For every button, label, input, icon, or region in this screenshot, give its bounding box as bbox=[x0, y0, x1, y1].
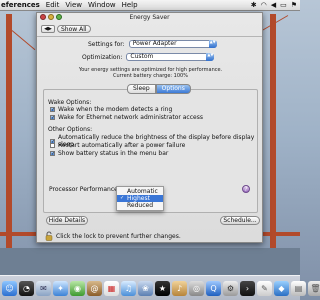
imovie-icon[interactable]: ★ bbox=[155, 280, 170, 296]
sea bbox=[0, 248, 300, 275]
menu-status-area: ✱ ◠ ◀ ▭ ⚑ bbox=[251, 1, 300, 9]
garageband-icon[interactable]: ♪ bbox=[172, 280, 187, 296]
tab-bar: Sleep Options bbox=[127, 84, 191, 94]
menu-app-name[interactable]: eferences bbox=[1, 1, 40, 9]
restart-checkbox[interactable]: Restart automatically after a power fail… bbox=[50, 142, 185, 149]
tab-options[interactable]: Options bbox=[155, 84, 191, 94]
schedule-button[interactable]: Schedule... bbox=[220, 216, 260, 225]
chevron-updown-icon: ▲▼ bbox=[206, 53, 215, 61]
wake-ethernet-label: Wake for Ethernet network administrator … bbox=[58, 114, 203, 121]
trash-icon[interactable]: 🗑 bbox=[308, 280, 320, 296]
menu-option-automatic[interactable]: Automatic bbox=[117, 188, 163, 195]
toolbar-nav: ◀▶ Show All bbox=[41, 24, 91, 33]
idvd-icon[interactable]: ◎ bbox=[189, 280, 204, 296]
energy-info-line2: Current battery charge: 100% bbox=[113, 73, 188, 79]
show-all-button[interactable]: Show All bbox=[57, 24, 91, 33]
window-titlebar: Energy Saver bbox=[37, 13, 262, 22]
zoom-button[interactable] bbox=[56, 14, 62, 20]
app-icon-2[interactable]: ▤ bbox=[291, 280, 306, 296]
address-book-icon[interactable]: @ bbox=[87, 280, 102, 296]
terminal-icon[interactable]: › bbox=[240, 280, 255, 296]
dashboard-icon[interactable]: ◔ bbox=[19, 280, 34, 296]
checkbox-checked-icon: ✓ bbox=[50, 107, 56, 113]
checkbox-unchecked-icon bbox=[50, 143, 55, 148]
checkbox-checked-icon: ✓ bbox=[50, 151, 56, 157]
bridge-tower-right bbox=[270, 14, 276, 248]
ichat-icon[interactable]: ◉ bbox=[70, 280, 85, 296]
mail-icon[interactable]: ✉ bbox=[36, 280, 51, 296]
back-forward-button[interactable]: ◀▶ bbox=[41, 24, 55, 33]
menu-option-reduced[interactable]: Reduced bbox=[117, 202, 163, 209]
flag-icon[interactable]: ⚑ bbox=[291, 1, 297, 9]
close-button[interactable] bbox=[40, 14, 46, 20]
wake-ethernet-checkbox[interactable]: ✓ Wake for Ethernet network administrato… bbox=[50, 114, 203, 121]
processor-performance-menu: Automatic Highest Reduced bbox=[116, 186, 164, 211]
bluetooth-icon[interactable]: ✱ bbox=[251, 1, 257, 9]
menu-edit[interactable]: Edit bbox=[46, 1, 60, 9]
textedit-icon[interactable]: ✎ bbox=[257, 280, 272, 296]
system-preferences-icon[interactable]: ⚙ bbox=[223, 280, 238, 296]
wake-modem-checkbox[interactable]: ✓ Wake when the modem detects a ring bbox=[50, 106, 172, 113]
settings-for-popup[interactable]: Power Adapter ▲▼ bbox=[128, 40, 217, 48]
quicktime-icon[interactable]: Q bbox=[206, 280, 221, 296]
lock-icon[interactable] bbox=[45, 231, 53, 241]
settings-for-row: Settings for: Power Adapter ▲▼ bbox=[88, 40, 217, 48]
volume-icon[interactable]: ◀ bbox=[271, 1, 276, 9]
app-icon[interactable]: ◆ bbox=[274, 280, 289, 296]
settings-for-value: Power Adapter bbox=[132, 40, 177, 47]
itunes-icon[interactable]: ♫ bbox=[121, 280, 136, 296]
menu-view[interactable]: View bbox=[65, 1, 82, 9]
bridge-cable bbox=[11, 30, 36, 51]
bridge-tower-left bbox=[6, 14, 12, 248]
window-toolbar: ◀▶ Show All bbox=[37, 22, 262, 37]
window-controls bbox=[40, 14, 62, 20]
finder-icon[interactable]: ☺ bbox=[2, 280, 17, 296]
minimize-button[interactable] bbox=[48, 14, 54, 20]
chevron-updown-icon: ▲▼ bbox=[208, 40, 217, 48]
wake-modem-label: Wake when the modem detects a ring bbox=[58, 106, 173, 113]
lock-text: Click the lock to prevent further change… bbox=[56, 233, 181, 240]
wake-options-title: Wake Options: bbox=[48, 99, 92, 106]
battery-status-label: Show battery status in the menu bar bbox=[58, 150, 169, 157]
tab-sleep[interactable]: Sleep bbox=[127, 84, 156, 94]
menu-help[interactable]: Help bbox=[122, 1, 138, 9]
processor-performance-label: Processor Performance bbox=[49, 186, 118, 193]
settings-for-label: Settings for: bbox=[88, 40, 125, 48]
other-options-title: Other Options: bbox=[48, 126, 93, 133]
wifi-icon[interactable]: ◠ bbox=[261, 1, 267, 9]
help-button[interactable]: ? bbox=[242, 185, 250, 193]
dock: ☺ ◔ ✉ ✦ ◉ @ ▦ ♫ ❀ ★ ♪ ◎ Q ⚙ › ✎ ◆ ▤ 🗑 bbox=[0, 275, 320, 300]
optimization-row: Optimization: Custom ▲▼ bbox=[82, 53, 215, 61]
safari-icon[interactable]: ✦ bbox=[53, 280, 68, 296]
optimization-popup[interactable]: Custom ▲▼ bbox=[126, 53, 215, 61]
menu-window[interactable]: Window bbox=[88, 1, 116, 9]
menu-bar: eferences Edit View Window Help ✱ ◠ ◀ ▭ … bbox=[0, 0, 300, 11]
checkbox-checked-icon: ✓ bbox=[50, 115, 56, 121]
window-title: Energy Saver bbox=[129, 14, 170, 21]
hide-details-button[interactable]: Hide Details bbox=[46, 216, 88, 225]
iphoto-icon[interactable]: ❀ bbox=[138, 280, 153, 296]
optimization-label: Optimization: bbox=[82, 53, 123, 61]
optimization-value: Custom bbox=[130, 53, 154, 60]
menu-option-highest[interactable]: Highest bbox=[117, 195, 163, 202]
battery-icon[interactable]: ▭ bbox=[280, 1, 287, 9]
battery-status-checkbox[interactable]: ✓ Show battery status in the menu bar bbox=[50, 150, 168, 157]
restart-label: Restart automatically after a power fail… bbox=[58, 142, 186, 149]
ical-icon[interactable]: ▦ bbox=[104, 280, 119, 296]
